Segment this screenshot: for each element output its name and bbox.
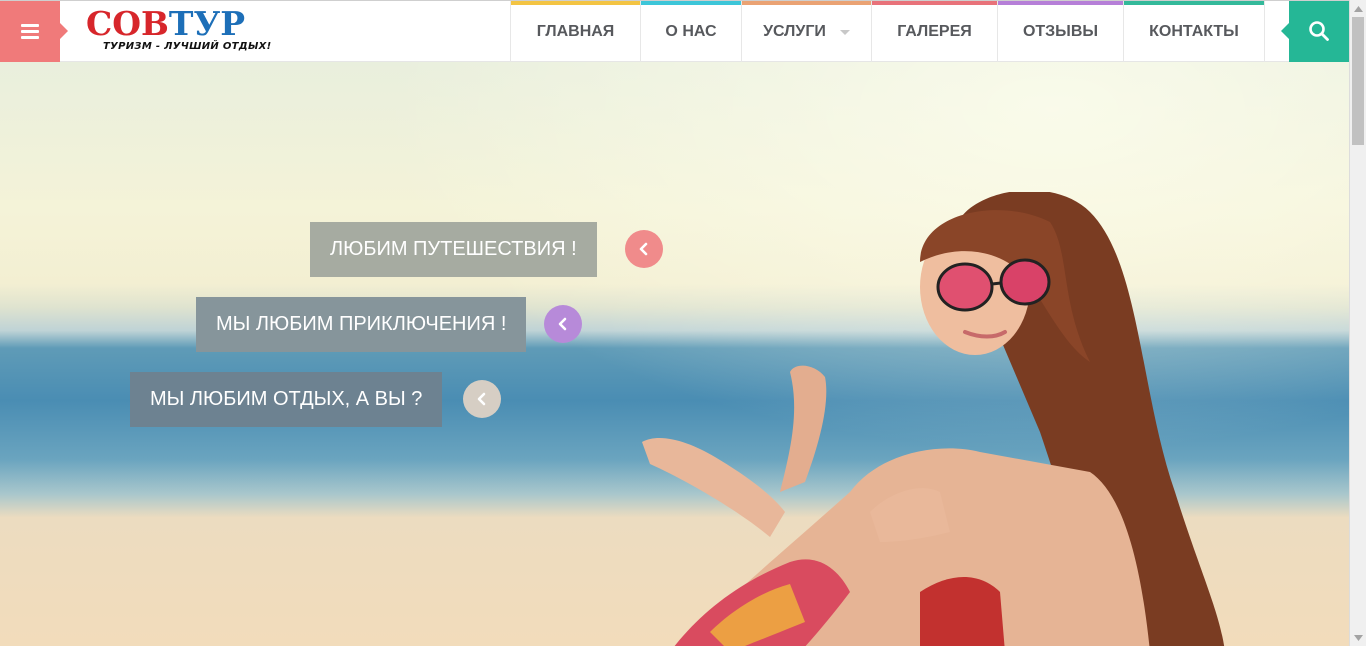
scrollbar-thumb[interactable] [1352, 17, 1364, 145]
logo-word-blue: ТУР [168, 4, 246, 43]
search-button[interactable] [1281, 1, 1349, 62]
nav-item-stripe [511, 1, 640, 5]
nav-item-label: ГЛАВНАЯ [536, 22, 615, 40]
slide-label-3[interactable]: МЫ ЛЮБИМ ОТДЫХ, А ВЫ ? [130, 372, 443, 427]
chevron-left-icon [558, 317, 567, 331]
logo-wordmark: СОВТУР [86, 7, 245, 41]
nav-item-about[interactable]: О НАС [640, 1, 741, 62]
nav-item-stripe [742, 1, 871, 5]
nav-item-label: ГАЛЕРЕЯ [897, 22, 972, 40]
main-nav: ГЛАВНАЯ О НАС УСЛУГИ ГАЛЕРЕЯ ОТЗЫВЫ КОНТ… [510, 1, 1265, 62]
hero-image-woman-sunbathing [642, 192, 1225, 646]
nav-item-label: УСЛУГИ [763, 22, 826, 40]
chevron-left-icon [639, 242, 648, 256]
nav-item-stripe [872, 1, 997, 5]
hero-slider: ЛЮБИМ ПУТЕШЕСТВИЯ ! МЫ ЛЮБИМ ПРИКЛЮЧЕНИЯ… [0, 62, 1349, 646]
menu-toggle-button[interactable] [0, 1, 68, 62]
page-scrollbar[interactable] [1349, 0, 1366, 646]
nav-item-reviews[interactable]: ОТЗЫВЫ [997, 1, 1123, 62]
logo-tagline: ТУРИЗМ - ЛУЧШИЙ ОТДЫХ! [103, 41, 272, 52]
slide-arrow-2[interactable] [544, 305, 582, 343]
chevron-down-icon [839, 30, 850, 35]
slide-label-2[interactable]: МЫ ЛЮБИМ ПРИКЛЮЧЕНИЯ ! [196, 297, 527, 352]
slide-label-text: МЫ ЛЮБИМ ПРИКЛЮЧЕНИЯ ! [216, 313, 507, 335]
nav-item-stripe [998, 1, 1123, 5]
scroll-up-arrow-icon[interactable] [1350, 0, 1366, 17]
hamburger-icon [21, 24, 39, 39]
nav-item-label: КОНТАКТЫ [1149, 22, 1239, 40]
slide-arrow-3[interactable] [463, 380, 501, 418]
slide-arrow-1[interactable] [625, 230, 663, 268]
nav-item-gallery[interactable]: ГАЛЕРЕЯ [871, 1, 997, 62]
nav-item-home[interactable]: ГЛАВНАЯ [510, 1, 640, 62]
slide-label-text: ЛЮБИМ ПУТЕШЕСТВИЯ ! [330, 238, 577, 260]
nav-item-stripe [641, 1, 741, 5]
nav-item-services[interactable]: УСЛУГИ [741, 1, 871, 62]
logo-word-red: СОВ [86, 4, 169, 43]
site-header: СОВТУР ТУРИЗМ - ЛУЧШИЙ ОТДЫХ! ГЛАВНАЯ О … [0, 0, 1349, 62]
slide-label-text: МЫ ЛЮБИМ ОТДЫХ, А ВЫ ? [150, 388, 423, 410]
slide-label-1[interactable]: ЛЮБИМ ПУТЕШЕСТВИЯ ! [310, 222, 597, 277]
page: СОВТУР ТУРИЗМ - ЛУЧШИЙ ОТДЫХ! ГЛАВНАЯ О … [0, 0, 1366, 646]
nav-item-stripe [1124, 1, 1264, 5]
nav-item-contacts[interactable]: КОНТАКТЫ [1123, 1, 1265, 62]
chevron-left-icon [477, 392, 486, 406]
nav-item-label: ОТЗЫВЫ [1022, 22, 1099, 40]
nav-item-label: О НАС [665, 22, 717, 40]
scroll-down-arrow-icon[interactable] [1350, 629, 1366, 646]
site-logo[interactable]: СОВТУР ТУРИЗМ - ЛУЧШИЙ ОТДЫХ! [86, 7, 271, 57]
search-icon [1309, 21, 1329, 41]
